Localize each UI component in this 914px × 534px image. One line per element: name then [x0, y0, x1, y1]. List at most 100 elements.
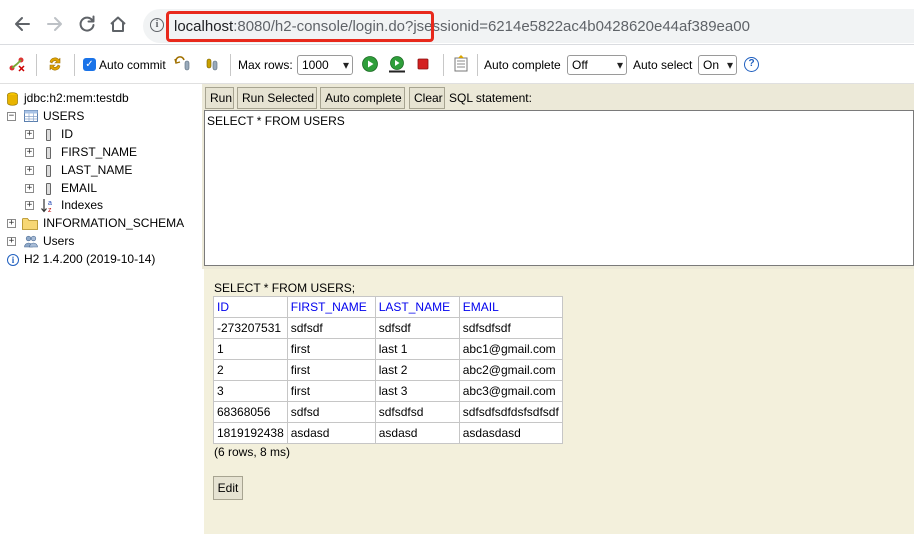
- toolbar-separator: [477, 54, 478, 76]
- result-table: ID FIRST_NAME LAST_NAME EMAIL -273207531…: [213, 296, 563, 444]
- help-icon[interactable]: ?: [744, 57, 759, 72]
- folder-icon: [22, 218, 38, 230]
- run-button[interactable]: Run: [205, 87, 234, 109]
- run-icon[interactable]: [361, 55, 379, 73]
- auto-commit-checkbox[interactable]: ✓: [83, 58, 96, 71]
- table-row: 2 first last 2 abc2@gmail.com: [213, 359, 563, 381]
- toolbar-separator: [443, 54, 444, 76]
- column-icon: [46, 165, 51, 177]
- collapse-icon[interactable]: −: [7, 112, 16, 121]
- auto-complete-button[interactable]: Auto complete: [320, 87, 405, 109]
- version-info-icon: i: [7, 254, 19, 266]
- table-row: 1819192438 asdasd asdasd asdasdasd: [213, 422, 563, 444]
- users-icon: [24, 235, 38, 248]
- column-icon: [46, 147, 51, 159]
- table-cell: last 3: [374, 380, 460, 402]
- table-cell: abc1@gmail.com: [458, 338, 563, 360]
- header-id[interactable]: ID: [213, 296, 288, 318]
- max-rows-label: Max rows:: [238, 58, 293, 72]
- column-icon: [46, 183, 51, 195]
- table-cell: asdasd: [286, 422, 376, 444]
- table-cell: 68368056: [213, 401, 288, 423]
- column-label: EMAIL: [61, 181, 98, 195]
- expand-icon[interactable]: +: [25, 166, 34, 175]
- sql-editor[interactable]: SELECT * FROM USERS: [204, 110, 914, 266]
- column-label: LAST_NAME: [61, 163, 133, 177]
- toolbar-separator: [230, 54, 231, 76]
- result-status: (6 rows, 8 ms): [214, 445, 291, 459]
- edit-button[interactable]: Edit: [213, 476, 243, 500]
- expand-icon[interactable]: +: [25, 201, 34, 210]
- database-icon: [7, 92, 18, 106]
- svg-text:z: z: [48, 207, 52, 213]
- forward-icon[interactable]: [45, 14, 65, 34]
- table-cell: sdfsd: [286, 401, 376, 423]
- table-cell: asdasd: [374, 422, 460, 444]
- table-cell: 3: [213, 380, 288, 402]
- reload-icon[interactable]: [77, 14, 97, 34]
- run-selected-button[interactable]: Run Selected: [237, 87, 317, 109]
- table-cell: first: [286, 359, 376, 381]
- expand-icon[interactable]: +: [25, 148, 34, 157]
- table-cell: sdfsdf: [286, 317, 376, 339]
- table-cell: last 1: [374, 338, 460, 360]
- max-rows-select[interactable]: 1000: [297, 55, 353, 75]
- table-row: 68368056 sdfsd sdfsdfsd sdfsdfsdfdsfsdfs…: [213, 401, 563, 423]
- indexes-icon: a z: [41, 199, 52, 213]
- toolbar-separator: [36, 54, 37, 76]
- table-cell: sdfsdfsdf: [458, 317, 563, 339]
- users-label: Users: [43, 234, 75, 248]
- rollback-icon[interactable]: [174, 55, 192, 73]
- table-cell: -273207531: [213, 317, 288, 339]
- table-cell: abc2@gmail.com: [458, 359, 563, 381]
- table-cell: abc3@gmail.com: [458, 380, 563, 402]
- auto-complete-label: Auto complete: [484, 58, 561, 72]
- url-highlight-box: [166, 11, 434, 42]
- table-cell: first: [286, 338, 376, 360]
- home-icon[interactable]: [108, 14, 128, 34]
- column-icon: [46, 129, 51, 141]
- run-selected-icon[interactable]: [388, 55, 406, 73]
- table-row: 3 first last 3 abc3@gmail.com: [213, 380, 563, 402]
- column-label: FIRST_NAME: [61, 145, 138, 159]
- stop-icon[interactable]: [414, 55, 432, 73]
- table-cell: sdfsdfsd: [374, 401, 460, 423]
- clear-button[interactable]: Clear: [409, 87, 445, 109]
- table-cell: 1: [213, 338, 288, 360]
- version-label: H2 1.4.200 (2019-10-14): [24, 252, 156, 266]
- auto-commit-label: Auto commit: [99, 58, 166, 72]
- expand-icon[interactable]: +: [7, 219, 16, 228]
- table-cell: sdfsdf: [374, 317, 460, 339]
- back-icon[interactable]: [12, 14, 32, 34]
- refresh-icon[interactable]: [46, 55, 64, 73]
- expand-icon[interactable]: +: [7, 237, 16, 246]
- table-cell: first: [286, 380, 376, 402]
- table-cell: 2: [213, 359, 288, 381]
- header-email[interactable]: EMAIL: [458, 296, 563, 318]
- commit-icon[interactable]: [204, 55, 222, 73]
- connection-label: jdbc:h2:mem:testdb: [24, 91, 129, 105]
- table-header-row: ID FIRST_NAME LAST_NAME EMAIL: [213, 296, 563, 318]
- header-first-name[interactable]: FIRST_NAME: [286, 296, 376, 318]
- expand-icon[interactable]: +: [25, 184, 34, 193]
- sql-statement-label: SQL statement:: [449, 91, 532, 105]
- svg-text:a: a: [48, 200, 52, 207]
- table-cell: last 2: [374, 359, 460, 381]
- table-label: USERS: [43, 109, 85, 123]
- table-cell: 1819192438: [213, 422, 288, 444]
- schema-label: INFORMATION_SCHEMA: [43, 216, 185, 230]
- table-cell: asdasdasd: [458, 422, 563, 444]
- auto-complete-select[interactable]: Off: [567, 55, 627, 75]
- expand-icon[interactable]: +: [25, 130, 34, 139]
- auto-select-select[interactable]: On: [698, 55, 737, 75]
- toolbar-separator: [74, 54, 75, 76]
- info-icon[interactable]: i: [150, 18, 164, 32]
- history-icon[interactable]: [452, 55, 470, 73]
- table-cell: sdfsdfsdfdsfsdfsdf: [458, 401, 563, 423]
- table-row: -273207531 sdfsdf sdfsdf sdfsdfsdf: [213, 317, 563, 339]
- disconnect-icon[interactable]: [8, 55, 26, 73]
- header-last-name[interactable]: LAST_NAME: [374, 296, 460, 318]
- auto-select-label: Auto select: [633, 58, 693, 72]
- column-label: ID: [61, 127, 73, 141]
- table-row: 1 first last 1 abc1@gmail.com: [213, 338, 563, 360]
